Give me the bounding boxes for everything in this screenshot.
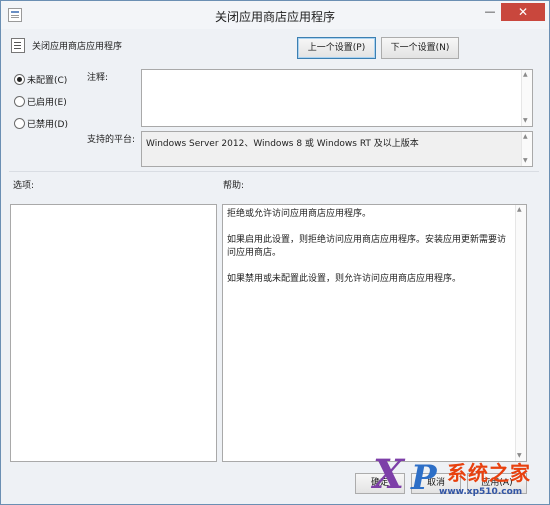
radio-label: 已启用(E): [27, 98, 67, 108]
comment-label: 注释:: [87, 73, 109, 83]
site-watermark-logo: X P 系统之家 www.xp510.com: [373, 451, 549, 504]
scroll-up-icon[interactable]: ▲: [517, 206, 522, 214]
policy-dialog-window: 关闭应用商店应用程序 — ✕ 关闭应用商店应用程序 上一个设置(P) 下一个设置…: [0, 0, 550, 505]
title-bar: 关闭应用商店应用程序 — ✕: [1, 1, 549, 29]
options-label: 选项:: [13, 181, 35, 191]
watermark-url: www.xp510.com: [439, 487, 523, 497]
watermark-letter-p: P: [411, 458, 437, 498]
comment-scrollbar[interactable]: ▲ ▼: [521, 70, 532, 126]
policy-setting-icon: [11, 38, 25, 53]
section-divider: [9, 171, 539, 172]
close-button[interactable]: ✕: [501, 3, 545, 21]
radio-label: 已禁用(D): [27, 120, 68, 130]
comment-field[interactable]: ▲ ▼: [141, 69, 533, 127]
window-title: 关闭应用商店应用程序: [214, 10, 335, 24]
radio-button[interactable]: [14, 118, 25, 129]
platform-scrollbar[interactable]: ▲ ▼: [521, 132, 532, 166]
help-label: 帮助:: [223, 181, 245, 191]
policy-name: 关闭应用商店应用程序: [32, 42, 123, 52]
supported-platform-value: Windows Server 2012、Windows 8 或 Windows …: [146, 139, 419, 149]
help-paragraph: 如果禁用或未配置此设置，则允许访问应用商店应用程序。: [227, 274, 462, 284]
help-panel: 拒绝或允许访问应用商店应用程序。 如果启用此设置，则拒绝访问应用商店应用程序。安…: [222, 204, 527, 462]
scroll-up-icon[interactable]: ▲: [523, 133, 528, 141]
scroll-down-icon[interactable]: ▼: [523, 117, 528, 125]
previous-setting-button[interactable]: 上一个设置(P): [297, 37, 376, 59]
radio-button[interactable]: [14, 96, 25, 107]
help-scrollbar[interactable]: ▲ ▼: [515, 205, 526, 461]
next-setting-button[interactable]: 下一个设置(N): [381, 37, 459, 59]
supported-platform-label: 支持的平台:: [87, 135, 136, 145]
help-paragraph: 如果启用此设置，则拒绝访问应用商店应用程序。安装应用更新需要访问应用商店。: [227, 235, 507, 258]
scroll-up-icon[interactable]: ▲: [523, 71, 528, 79]
watermark-letter-x: X: [373, 451, 405, 498]
help-paragraph: 拒绝或允许访问应用商店应用程序。: [227, 209, 372, 219]
scroll-down-icon[interactable]: ▼: [523, 157, 528, 165]
radio-button[interactable]: [14, 74, 25, 85]
options-panel: [10, 204, 217, 462]
radio-label: 未配置(C): [27, 76, 68, 86]
supported-platform-field: Windows Server 2012、Windows 8 或 Windows …: [141, 131, 533, 167]
watermark-text: 系统之家: [447, 461, 531, 485]
minimize-button[interactable]: —: [479, 3, 501, 21]
